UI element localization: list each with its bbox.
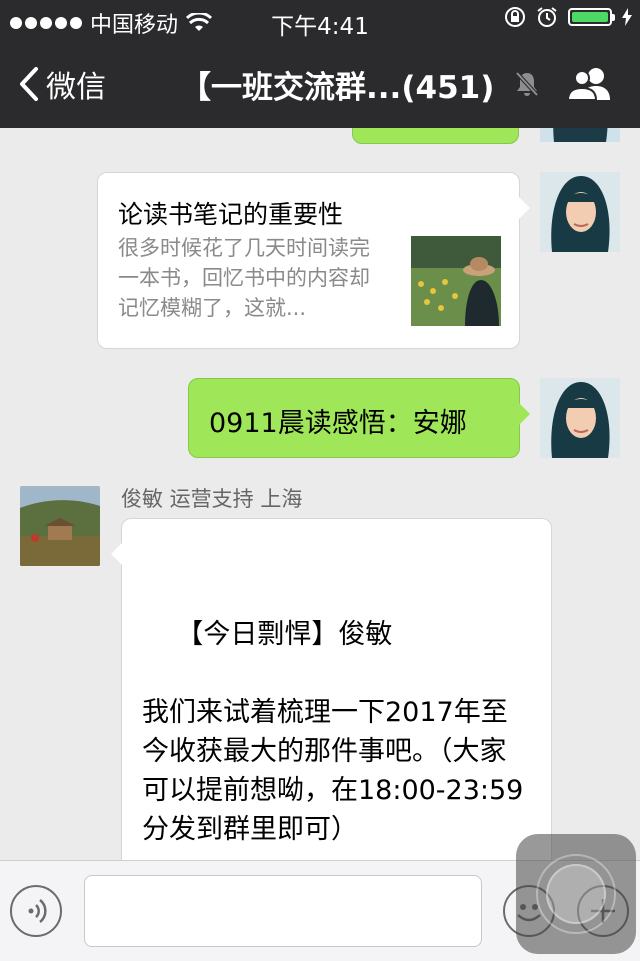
text-message-incoming[interactable]: 【今日剽悍】俊敏 我们来试着梳理一下2017年至今收获最大的那件事吧。（大家可以…	[111, 518, 552, 860]
avatar-self-partial[interactable]	[540, 128, 620, 142]
message-input[interactable]	[84, 875, 482, 947]
link-card-description: 很多时候花了几天时间读完一本书，回忆书中的内容却记忆模糊了，这就...	[118, 236, 370, 320]
status-bar: 中国移动 下午4:41	[0, 0, 640, 40]
message-text: 0911晨读感悟：安娜	[209, 408, 467, 439]
nav-bar: 微信 【一班交流群...(451)	[0, 40, 640, 128]
text-message-self[interactable]: 0911晨读感悟：安娜	[188, 378, 530, 458]
avatar-self[interactable]	[540, 378, 620, 458]
message-text: 【今日剽悍】俊敏 我们来试着梳理一下2017年至今收获最大的那件事吧。（大家可以…	[142, 619, 524, 845]
sender-name: 俊敏 运营支持 上海	[121, 487, 303, 511]
rotation-lock-icon	[505, 7, 525, 27]
mute-bell-icon	[515, 71, 539, 97]
voice-icon	[28, 899, 47, 923]
charging-bolt-icon	[622, 8, 632, 26]
chat-title: 【一班交流群...(451)	[180, 70, 495, 106]
avatar-self[interactable]	[540, 172, 620, 252]
chat-area[interactable]: 论读书笔记的重要性 很多时候花了几天时间读完一本书，回忆书中的内容却记忆模糊了，…	[0, 128, 640, 860]
link-card-title: 论读书笔记的重要性	[118, 200, 344, 229]
back-button[interactable]: 微信	[18, 62, 106, 106]
message-bubble-partial[interactable]	[352, 128, 519, 144]
link-card-thumbnail	[411, 236, 501, 326]
voice-button[interactable]	[10, 885, 62, 937]
chevron-left-icon	[20, 67, 38, 101]
link-card-message[interactable]: 论读书笔记的重要性 很多时候花了几天时间读完一本书，回忆书中的内容却记忆模糊了，…	[97, 172, 530, 349]
avatar-sender[interactable]	[20, 486, 100, 566]
battery-icon	[568, 8, 615, 26]
back-label: 微信	[46, 70, 106, 105]
assistive-touch-button[interactable]	[516, 834, 636, 954]
alarm-icon	[537, 7, 557, 27]
group-members-icon[interactable]	[566, 66, 616, 102]
